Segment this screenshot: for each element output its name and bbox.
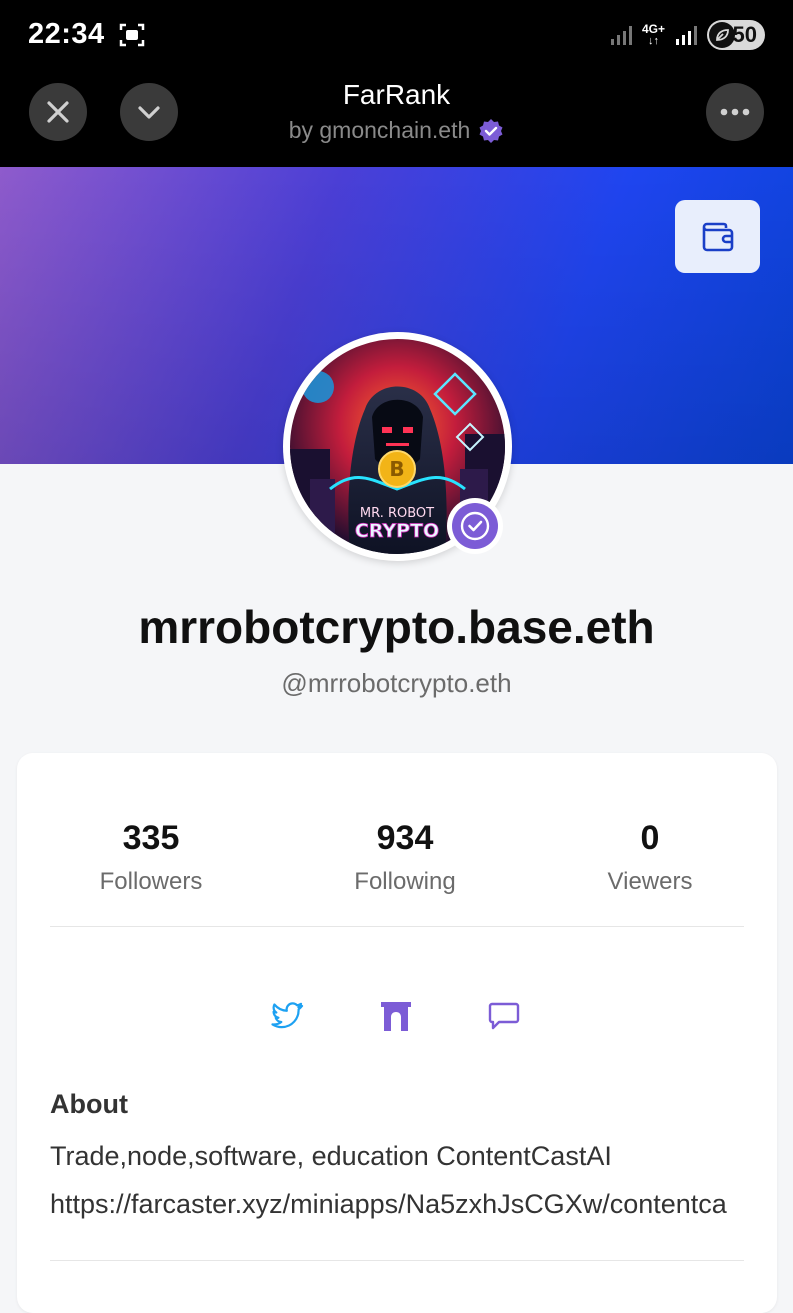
followers-stat[interactable]: 335 Followers xyxy=(41,819,261,896)
signal-icon xyxy=(610,26,632,45)
avatar-text-top: MR. ROBOT xyxy=(360,506,434,521)
following-stat[interactable]: 934 Following xyxy=(295,819,515,896)
battery-level: 50 xyxy=(732,22,757,47)
avatar-text-bottom: CRYPTO xyxy=(355,520,439,542)
profile-card: 335 Followers 934 Following 0 Viewers Ab… xyxy=(17,753,777,1313)
about-text: Trade,node,software, education ContentCa… xyxy=(50,1141,612,1171)
app-header: FarRank by gmonchain.eth xyxy=(0,70,793,167)
verified-check-icon xyxy=(452,503,498,549)
about-divider xyxy=(50,1260,744,1261)
wallet-button[interactable] xyxy=(675,200,760,273)
twitter-link[interactable] xyxy=(270,998,306,1034)
about-link[interactable]: https://farcaster.xyz/miniapps/Na5zxhJsC… xyxy=(50,1189,727,1220)
followers-count: 335 xyxy=(122,819,180,857)
app-title: FarRank xyxy=(342,79,451,110)
status-time: 22:34 xyxy=(28,18,105,50)
wallet-icon xyxy=(702,222,733,251)
followers-label: Followers xyxy=(99,868,203,895)
more-icon xyxy=(720,108,750,116)
display-name: mrrobotcrypto.base.eth xyxy=(138,601,655,653)
twitter-icon xyxy=(271,1002,304,1029)
network-label: 4G+ ↓↑ xyxy=(641,22,665,47)
username-handle: @mrrobotcrypto.eth xyxy=(281,668,512,698)
battery-indicator: 50 xyxy=(707,20,765,50)
screenshot-icon xyxy=(119,23,145,47)
gate-link[interactable] xyxy=(378,998,414,1034)
avatar-coin-symbol: B xyxy=(389,457,404,481)
about-heading: About xyxy=(50,1089,128,1119)
avatar-verified-badge xyxy=(447,498,503,554)
battery-saver-icon xyxy=(709,22,735,48)
verified-icon xyxy=(479,118,503,143)
more-button[interactable] xyxy=(706,83,764,141)
stats-divider xyxy=(50,926,744,927)
gate-icon xyxy=(381,1002,411,1031)
app-author: by gmonchain.eth xyxy=(0,117,793,144)
message-icon xyxy=(488,1002,520,1030)
following-count: 934 xyxy=(376,819,434,857)
status-bar: 22:34 4G+ ↓↑ 50 xyxy=(0,0,793,70)
viewers-count: 0 xyxy=(640,819,660,857)
app-author-label: by gmonchain.eth xyxy=(288,117,471,143)
following-label: Following xyxy=(354,868,456,895)
message-link[interactable] xyxy=(486,998,522,1034)
signal-icon xyxy=(676,26,697,45)
viewers-label: Viewers xyxy=(607,868,693,895)
viewers-stat[interactable]: 0 Viewers xyxy=(540,819,760,896)
